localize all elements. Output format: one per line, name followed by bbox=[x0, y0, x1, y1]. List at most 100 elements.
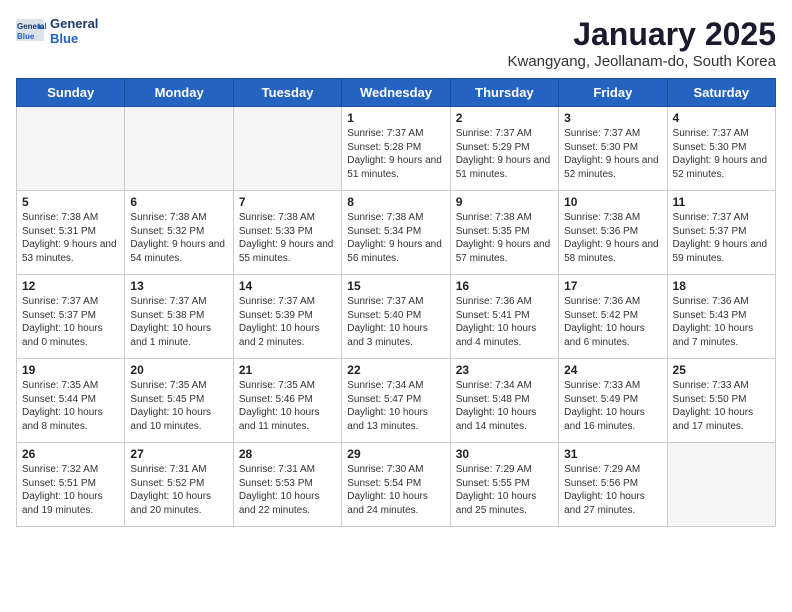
calendar-cell: 27 Sunrise: 7:31 AM Sunset: 5:52 PM Dayli… bbox=[125, 443, 233, 527]
calendar-cell: 6 Sunrise: 7:38 AM Sunset: 5:32 PM Daylig… bbox=[125, 191, 233, 275]
calendar-cell: 10 Sunrise: 7:38 AM Sunset: 5:36 PM Dayli… bbox=[559, 191, 667, 275]
calendar-cell: 22Sunrise: 7:34 AM Sunset: 5:47 PM Dayli… bbox=[342, 359, 450, 443]
calendar-table: SundayMondayTuesdayWednesdayThursdayFrid… bbox=[16, 78, 776, 527]
day-header-thursday: Thursday bbox=[450, 79, 558, 107]
day-number: 26 bbox=[22, 447, 119, 461]
cell-text: Sunrise: 7:38 AM Sunset: 5:35 PM Dayligh… bbox=[456, 211, 553, 265]
calendar-cell: 9 Sunrise: 7:38 AM Sunset: 5:35 PM Daylig… bbox=[450, 191, 558, 275]
calendar-cell: 4 Sunrise: 7:37 AM Sunset: 5:30 PM Daylig… bbox=[667, 107, 775, 191]
day-header-sunday: Sunday bbox=[17, 79, 125, 107]
day-number: 6 bbox=[130, 195, 227, 209]
cell-text: Sunrise: 7:33 AM Sunset: 5:50 PM Dayligh… bbox=[673, 379, 770, 433]
day-number: 31 bbox=[564, 447, 661, 461]
day-number: 9 bbox=[456, 195, 553, 209]
day-number: 15 bbox=[347, 279, 444, 293]
day-number: 21 bbox=[239, 363, 336, 377]
cell-text: Sunrise: 7:31 AM Sunset: 5:53 PM Dayligh… bbox=[239, 463, 336, 517]
day-number: 11 bbox=[673, 195, 770, 209]
cell-text: Sunrise: 7:37 AM Sunset: 5:28 PM Dayligh… bbox=[347, 127, 444, 181]
calendar-cell: 18Sunrise: 7:36 AM Sunset: 5:43 PM Dayli… bbox=[667, 275, 775, 359]
day-number: 1 bbox=[347, 111, 444, 125]
logo-general: General bbox=[50, 16, 98, 31]
cell-text: Sunrise: 7:35 AM Sunset: 5:46 PM Dayligh… bbox=[239, 379, 336, 433]
cell-text: Sunrise: 7:29 AM Sunset: 5:55 PM Dayligh… bbox=[456, 463, 553, 517]
day-header-saturday: Saturday bbox=[667, 79, 775, 107]
calendar-cell: 25Sunrise: 7:33 AM Sunset: 5:50 PM Dayli… bbox=[667, 359, 775, 443]
calendar-cell: 21 Sunrise: 7:35 AM Sunset: 5:46 PM Dayli… bbox=[233, 359, 341, 443]
title-block: January 2025 Kwangyang, Jeollanam-do, So… bbox=[507, 16, 776, 70]
calendar-cell: 13Sunrise: 7:37 AM Sunset: 5:38 PM Dayli… bbox=[125, 275, 233, 359]
day-header-monday: Monday bbox=[125, 79, 233, 107]
day-number: 17 bbox=[564, 279, 661, 293]
day-number: 12 bbox=[22, 279, 119, 293]
week-row-2: 5Sunrise: 7:38 AM Sunset: 5:31 PM Daylig… bbox=[17, 191, 776, 275]
day-number: 4 bbox=[673, 111, 770, 125]
cell-text: Sunrise: 7:37 AM Sunset: 5:29 PM Dayligh… bbox=[456, 127, 553, 181]
calendar-cell bbox=[667, 443, 775, 527]
svg-text:General: General bbox=[17, 22, 46, 31]
week-row-3: 12 Sunrise: 7:37 AM Sunset: 5:37 PM Dayli… bbox=[17, 275, 776, 359]
calendar-title: January 2025 bbox=[507, 16, 776, 53]
calendar-cell: 31 Sunrise: 7:29 AM Sunset: 5:56 PM Dayli… bbox=[559, 443, 667, 527]
day-header-tuesday: Tuesday bbox=[233, 79, 341, 107]
calendar-cell bbox=[125, 107, 233, 191]
calendar-cell: 11Sunrise: 7:37 AM Sunset: 5:37 PM Dayli… bbox=[667, 191, 775, 275]
cell-text: Sunrise: 7:35 AM Sunset: 5:45 PM Dayligh… bbox=[130, 379, 227, 433]
cell-text: Sunrise: 7:36 AM Sunset: 5:42 PM Dayligh… bbox=[564, 295, 661, 349]
cell-text: Sunrise: 7:38 AM Sunset: 5:36 PM Dayligh… bbox=[564, 211, 661, 265]
cell-text: Sunrise: 7:38 AM Sunset: 5:32 PM Dayligh… bbox=[130, 211, 227, 265]
day-header-friday: Friday bbox=[559, 79, 667, 107]
logo-blue: Blue bbox=[50, 31, 98, 46]
calendar-cell: 17 Sunrise: 7:36 AM Sunset: 5:42 PM Dayli… bbox=[559, 275, 667, 359]
cell-text: Sunrise: 7:31 AM Sunset: 5:52 PM Dayligh… bbox=[130, 463, 227, 517]
cell-text: Sunrise: 7:36 AM Sunset: 5:41 PM Dayligh… bbox=[456, 295, 553, 349]
cell-text: Sunrise: 7:35 AM Sunset: 5:44 PM Dayligh… bbox=[22, 379, 119, 433]
week-row-4: 19Sunrise: 7:35 AM Sunset: 5:44 PM Dayli… bbox=[17, 359, 776, 443]
calendar-cell: 29 Sunrise: 7:30 AM Sunset: 5:54 PM Dayli… bbox=[342, 443, 450, 527]
cell-text: Sunrise: 7:30 AM Sunset: 5:54 PM Dayligh… bbox=[347, 463, 444, 517]
calendar-cell bbox=[17, 107, 125, 191]
calendar-cell: 30Sunrise: 7:29 AM Sunset: 5:55 PM Dayli… bbox=[450, 443, 558, 527]
week-row-5: 26Sunrise: 7:32 AM Sunset: 5:51 PM Dayli… bbox=[17, 443, 776, 527]
day-number: 29 bbox=[347, 447, 444, 461]
calendar-cell: 3 Sunrise: 7:37 AM Sunset: 5:30 PM Daylig… bbox=[559, 107, 667, 191]
day-number: 7 bbox=[239, 195, 336, 209]
cell-text: Sunrise: 7:37 AM Sunset: 5:37 PM Dayligh… bbox=[22, 295, 119, 349]
cell-text: Sunrise: 7:37 AM Sunset: 5:40 PM Dayligh… bbox=[347, 295, 444, 349]
week-row-1: 1 Sunrise: 7:37 AM Sunset: 5:28 PM Daylig… bbox=[17, 107, 776, 191]
day-number: 14 bbox=[239, 279, 336, 293]
calendar-cell: 20 Sunrise: 7:35 AM Sunset: 5:45 PM Dayli… bbox=[125, 359, 233, 443]
cell-text: Sunrise: 7:29 AM Sunset: 5:56 PM Dayligh… bbox=[564, 463, 661, 517]
logo: General Blue General Blue bbox=[16, 16, 98, 46]
calendar-cell: 12 Sunrise: 7:37 AM Sunset: 5:37 PM Dayli… bbox=[17, 275, 125, 359]
day-number: 3 bbox=[564, 111, 661, 125]
calendar-cell: 14Sunrise: 7:37 AM Sunset: 5:39 PM Dayli… bbox=[233, 275, 341, 359]
cell-text: Sunrise: 7:37 AM Sunset: 5:30 PM Dayligh… bbox=[673, 127, 770, 181]
logo-icon: General Blue bbox=[16, 19, 46, 43]
day-number: 5 bbox=[22, 195, 119, 209]
day-number: 2 bbox=[456, 111, 553, 125]
day-number: 22 bbox=[347, 363, 444, 377]
cell-text: Sunrise: 7:37 AM Sunset: 5:38 PM Dayligh… bbox=[130, 295, 227, 349]
calendar-cell: 28 Sunrise: 7:31 AM Sunset: 5:53 PM Dayli… bbox=[233, 443, 341, 527]
day-number: 8 bbox=[347, 195, 444, 209]
svg-text:Blue: Blue bbox=[17, 32, 35, 41]
header-row: SundayMondayTuesdayWednesdayThursdayFrid… bbox=[17, 79, 776, 107]
calendar-cell: 5Sunrise: 7:38 AM Sunset: 5:31 PM Daylig… bbox=[17, 191, 125, 275]
cell-text: Sunrise: 7:38 AM Sunset: 5:33 PM Dayligh… bbox=[239, 211, 336, 265]
cell-text: Sunrise: 7:34 AM Sunset: 5:48 PM Dayligh… bbox=[456, 379, 553, 433]
calendar-cell: 26Sunrise: 7:32 AM Sunset: 5:51 PM Dayli… bbox=[17, 443, 125, 527]
calendar-subtitle: Kwangyang, Jeollanam-do, South Korea bbox=[507, 53, 776, 70]
calendar-cell: 19Sunrise: 7:35 AM Sunset: 5:44 PM Dayli… bbox=[17, 359, 125, 443]
day-number: 28 bbox=[239, 447, 336, 461]
day-number: 20 bbox=[130, 363, 227, 377]
calendar-cell: 7 Sunrise: 7:38 AM Sunset: 5:33 PM Daylig… bbox=[233, 191, 341, 275]
calendar-cell: 1 Sunrise: 7:37 AM Sunset: 5:28 PM Daylig… bbox=[342, 107, 450, 191]
day-header-wednesday: Wednesday bbox=[342, 79, 450, 107]
day-number: 10 bbox=[564, 195, 661, 209]
cell-text: Sunrise: 7:36 AM Sunset: 5:43 PM Dayligh… bbox=[673, 295, 770, 349]
calendar-cell: 24Sunrise: 7:33 AM Sunset: 5:49 PM Dayli… bbox=[559, 359, 667, 443]
day-number: 27 bbox=[130, 447, 227, 461]
calendar-cell: 15 Sunrise: 7:37 AM Sunset: 5:40 PM Dayli… bbox=[342, 275, 450, 359]
cell-text: Sunrise: 7:37 AM Sunset: 5:30 PM Dayligh… bbox=[564, 127, 661, 181]
